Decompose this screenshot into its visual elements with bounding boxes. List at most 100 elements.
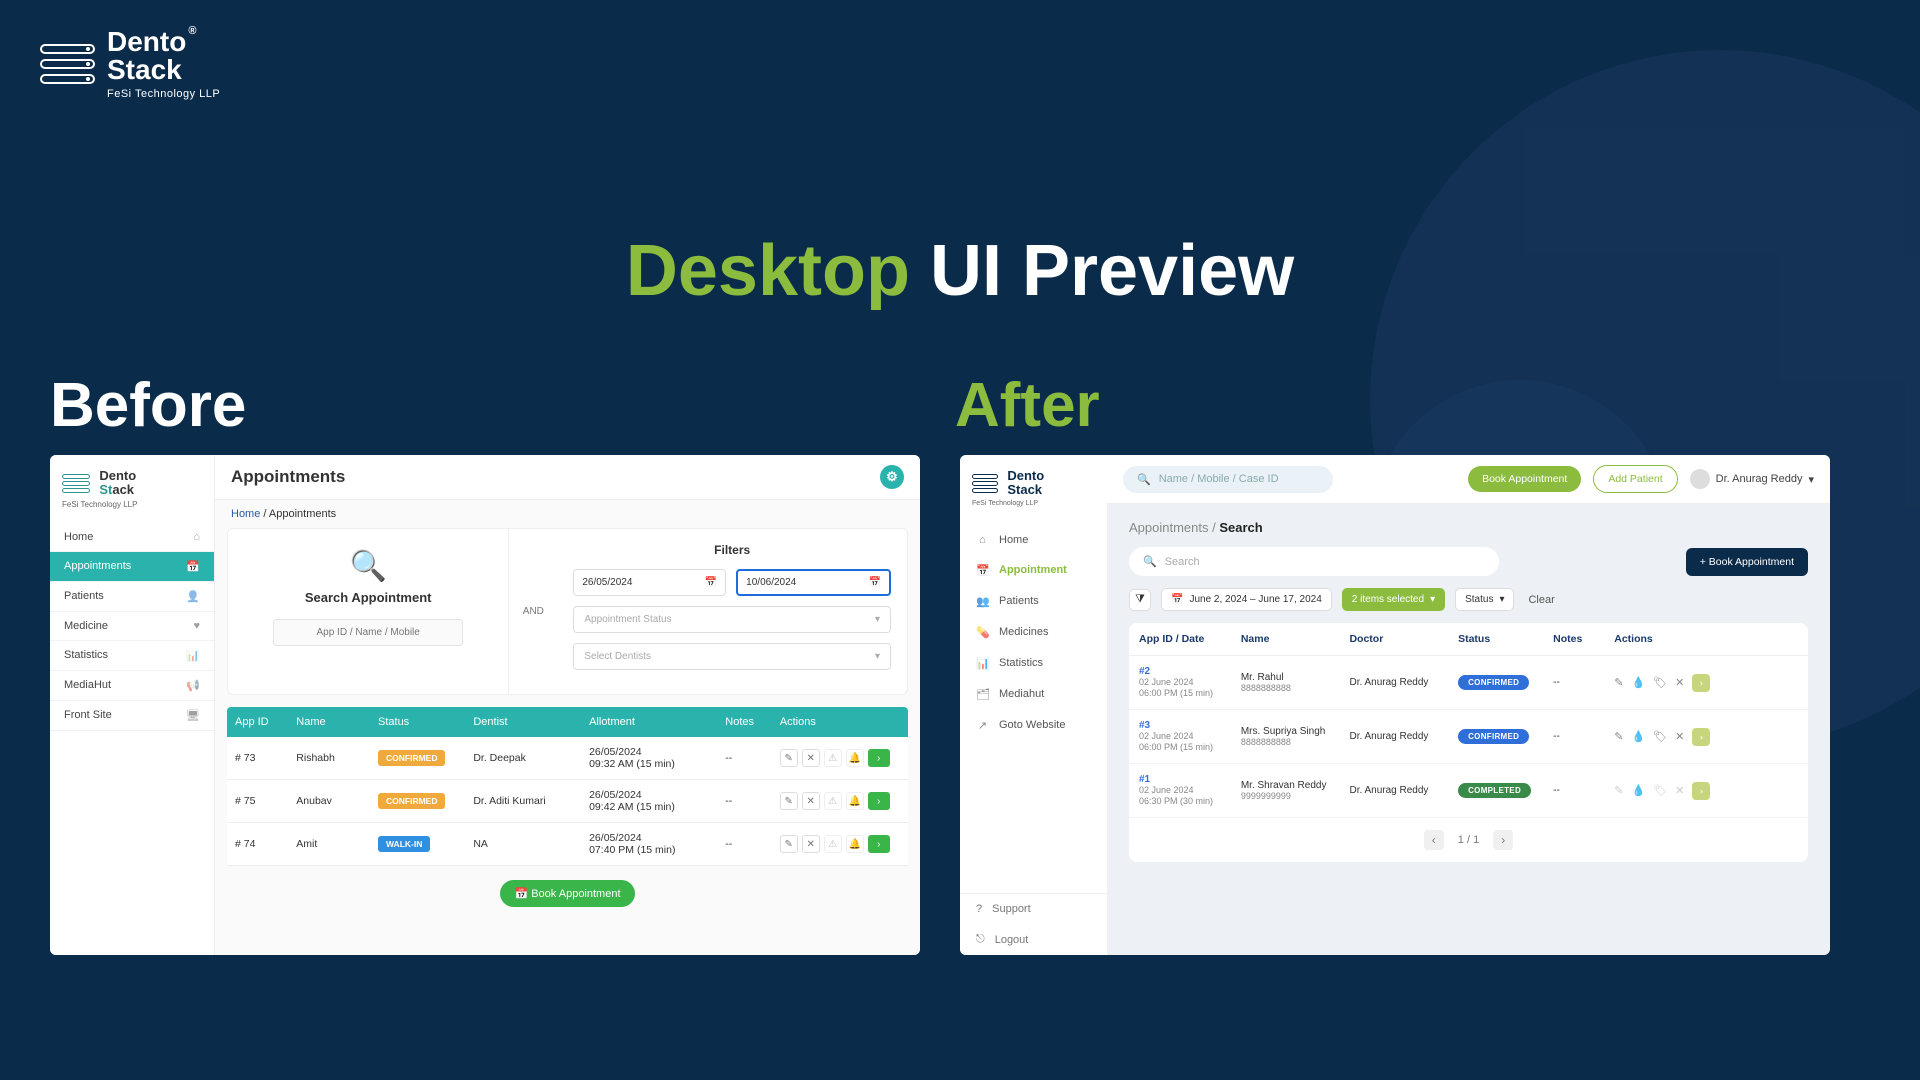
sidebar-item-patients[interactable]: 👥 Patients xyxy=(960,586,1107,617)
date-to-input[interactable]: 10/06/2024📅 xyxy=(736,569,891,596)
search-placeholder: Name / Mobile / Case ID xyxy=(1159,473,1279,485)
go-icon[interactable]: › xyxy=(868,792,890,810)
bell-icon[interactable]: 🔔 xyxy=(846,835,864,853)
close-icon[interactable]: ✕ xyxy=(1675,784,1684,797)
before-sidebar: DentoStack FeSi Technology LLP Home⌂Appo… xyxy=(50,455,215,955)
sidebar-item-logout[interactable]: ⎋Logout xyxy=(960,924,1107,955)
sidebar-item-statistics[interactable]: Statistics📊 xyxy=(50,641,214,671)
tag-icon[interactable]: 🏷 xyxy=(1653,730,1667,743)
book-appointment-button[interactable]: Book Appointment xyxy=(1468,466,1581,492)
topbar: 🔍 Name / Mobile / Case ID Book Appointme… xyxy=(1107,455,1830,504)
sidebar-item-home[interactable]: Home⌂ xyxy=(50,523,214,552)
close-icon[interactable]: ✕ xyxy=(1675,676,1684,689)
cell-appid: # 75 xyxy=(227,786,288,816)
edit-icon[interactable]: ✎ xyxy=(1614,676,1623,689)
nav-label: MediaHut xyxy=(64,679,111,691)
book-appointment-button[interactable]: + Book Appointment xyxy=(1686,548,1808,576)
drop-icon[interactable]: 💧 xyxy=(1631,784,1645,797)
brand-subtitle: FeSi Technology LLP xyxy=(107,88,220,100)
go-icon[interactable]: › xyxy=(1692,782,1710,800)
bell-icon[interactable]: 🔔 xyxy=(846,792,864,810)
brand-line2b: ack xyxy=(135,54,182,85)
edit-icon[interactable]: ✎ xyxy=(780,749,798,767)
crumb-home[interactable]: Home xyxy=(231,508,260,520)
brand-line1: Dento xyxy=(107,26,186,57)
daterange-filter[interactable]: 📅June 2, 2024 – June 17, 2024 xyxy=(1161,588,1332,611)
filter-icon[interactable]: ⧩ xyxy=(1129,589,1151,611)
sidebar-item-front-site[interactable]: Front Site🖥 xyxy=(50,701,214,731)
cell-appid: #102 June 202406:30 PM (30 min) xyxy=(1129,764,1231,817)
close-icon[interactable]: ✕ xyxy=(1675,730,1684,743)
sidebar-item-appointment[interactable]: 📅Appointment xyxy=(960,555,1107,586)
gear-icon[interactable]: ⚙ xyxy=(880,465,904,489)
close-icon[interactable]: ✕ xyxy=(802,749,820,767)
edit-icon[interactable]: ✎ xyxy=(1614,730,1623,743)
nav-item-icon: 📊 xyxy=(186,649,200,662)
go-icon[interactable]: › xyxy=(868,749,890,767)
search-icon: 🔍 xyxy=(1143,555,1157,568)
edit-icon[interactable]: ✎ xyxy=(1614,784,1623,797)
edit-icon[interactable]: ✎ xyxy=(780,835,798,853)
close-icon[interactable]: ✕ xyxy=(802,792,820,810)
sidebar-item-medicines[interactable]: 💊Medicines xyxy=(960,617,1107,648)
sidebar-item-appointments[interactable]: Appointments 📅 xyxy=(50,552,214,582)
crumb-current: Appointments xyxy=(269,508,336,520)
search-input[interactable] xyxy=(273,619,464,646)
sidebar-item-mediahut[interactable]: 🗂Mediahut xyxy=(960,679,1107,710)
selection-filter[interactable]: 2 items selected▾ xyxy=(1342,588,1445,611)
book-appointment-button[interactable]: 📅 Book Appointment xyxy=(500,880,634,907)
drop-icon[interactable]: 💧 xyxy=(1631,730,1645,743)
warning-icon[interactable]: ⚠ xyxy=(824,792,842,810)
cell-status: CONFIRMED xyxy=(370,784,465,818)
dentist-select[interactable]: Select Dentists▾ xyxy=(573,643,891,670)
label-before: Before xyxy=(50,370,246,441)
nav-label: Appointments xyxy=(64,560,131,572)
sidebar-item-statistics[interactable]: 📊Statistics xyxy=(960,648,1107,679)
sidebar-item-patients[interactable]: Patients👤 xyxy=(50,582,214,612)
go-icon[interactable]: › xyxy=(868,835,890,853)
edit-icon[interactable]: ✎ xyxy=(780,792,798,810)
user-menu[interactable]: Dr. Anurag Reddy ▾ xyxy=(1690,469,1814,489)
chevron-down-icon: ▾ xyxy=(1499,594,1504,605)
after-screenshot: DentoStack FeSi Technology LLP ⌂Home📅App… xyxy=(960,455,1830,955)
and-separator: AND xyxy=(509,529,557,694)
warning-icon[interactable]: ⚠ xyxy=(824,749,842,767)
cell-notes: -- xyxy=(717,786,771,816)
sidebar-item-medicine[interactable]: Medicine♥ xyxy=(50,612,214,641)
sidebar-item-goto-website[interactable]: ↗Goto Website xyxy=(960,710,1107,741)
go-icon[interactable]: › xyxy=(1692,728,1710,746)
warning-icon[interactable]: ⚠ xyxy=(824,835,842,853)
cell-dentist: Dr. Aditi Kumari xyxy=(465,786,581,816)
global-search-input[interactable]: 🔍 Name / Mobile / Case ID xyxy=(1123,466,1333,493)
add-patient-button[interactable]: Add Patient xyxy=(1593,465,1677,493)
drop-icon[interactable]: 💧 xyxy=(1631,676,1645,689)
title-rest: UI Preview xyxy=(930,231,1294,311)
search-input[interactable]: 🔍 Search xyxy=(1129,547,1499,576)
go-icon[interactable]: › xyxy=(1692,674,1710,692)
search-placeholder: Search xyxy=(1165,556,1200,568)
sidebar-item-mediahut[interactable]: MediaHut📢 xyxy=(50,671,214,701)
sidebar-item-support[interactable]: ?Support xyxy=(960,894,1107,924)
tag-icon[interactable]: 🏷 xyxy=(1653,784,1667,797)
prev-page-button[interactable]: ‹ xyxy=(1424,830,1444,850)
cell-status: CONFIRMED xyxy=(1448,665,1543,700)
cell-appid: #202 June 202406:00 PM (15 min) xyxy=(1129,656,1231,709)
next-page-button[interactable]: › xyxy=(1493,830,1513,850)
calendar-icon: 📅 xyxy=(1171,594,1183,605)
nav-label: Patients xyxy=(64,590,104,602)
nav-item-icon: 📅 xyxy=(186,560,200,573)
status-select[interactable]: Appointment Status▾ xyxy=(573,606,891,633)
status-badge: CONFIRMED xyxy=(1458,675,1529,690)
table-header: App ID / Date Name Doctor Status Notes A… xyxy=(1129,623,1808,656)
sidebar-item-home[interactable]: ⌂Home xyxy=(960,525,1107,555)
status-filter[interactable]: Status▾ xyxy=(1455,588,1514,611)
tag-icon[interactable]: 🏷 xyxy=(1653,676,1667,689)
nav-item-icon: 👥 xyxy=(976,595,989,608)
chevron-down-icon: ▾ xyxy=(875,651,880,662)
date-from-input[interactable]: 26/05/2024📅 xyxy=(573,569,726,596)
close-icon[interactable]: ✕ xyxy=(802,835,820,853)
nav-label: Patients xyxy=(999,595,1039,607)
bell-icon[interactable]: 🔔 xyxy=(846,749,864,767)
clear-filters-button[interactable]: Clear xyxy=(1528,594,1554,606)
cell-name: Mr. Rahul8888888888 xyxy=(1231,662,1340,704)
